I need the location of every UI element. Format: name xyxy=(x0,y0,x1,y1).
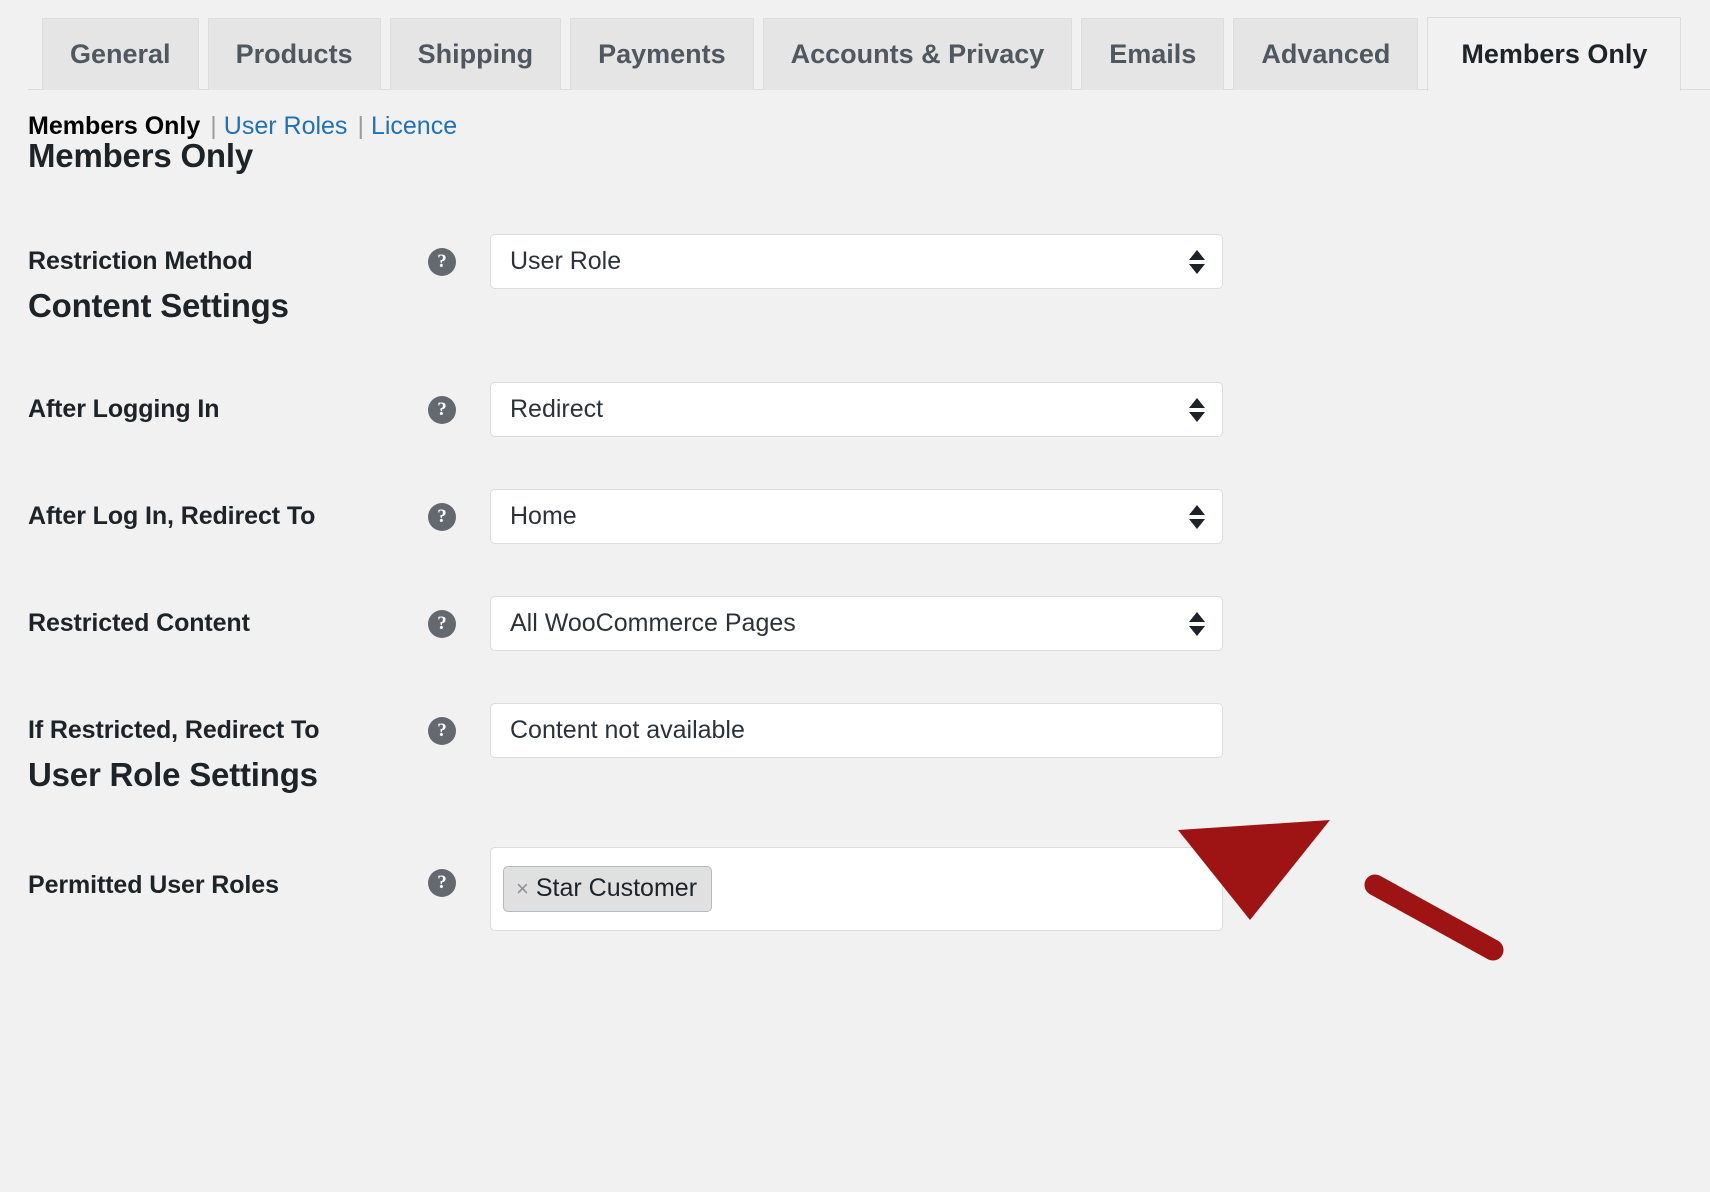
row-permitted-user-roles: Permitted User Roles ? × Star Customer xyxy=(28,847,1710,931)
chevron-updown-icon xyxy=(1189,397,1205,422)
subnav-current-members-only: Members Only xyxy=(28,112,201,140)
help-icon-after-logging-in[interactable]: ? xyxy=(428,395,456,424)
tab-shipping[interactable]: Shipping xyxy=(389,18,562,90)
multiselect-permitted-user-roles[interactable]: × Star Customer xyxy=(490,847,1223,931)
label-permitted-user-roles: Permitted User Roles xyxy=(28,871,279,899)
subnav-link-user-roles[interactable]: User Roles xyxy=(224,112,348,140)
select-restricted-content[interactable]: All WooCommerce Pages xyxy=(490,596,1223,651)
settings-tab-strip: General Products Shipping Payments Accou… xyxy=(0,0,1710,91)
label-after-log-in-redirect-to: After Log In, Redirect To xyxy=(28,502,316,530)
row-restricted-content: Restricted Content ? All WooCommerce Pag… xyxy=(28,596,1710,651)
token-star-customer[interactable]: × Star Customer xyxy=(503,866,713,912)
heading-content-settings: Content Settings xyxy=(28,287,289,324)
chevron-updown-icon xyxy=(1189,504,1205,529)
heading-user-role-settings: User Role Settings xyxy=(28,756,318,793)
row-restriction-method: Restriction Method ? User Role xyxy=(28,234,1710,289)
settings-content: Members Only Restriction Method ? User R… xyxy=(0,139,1710,931)
tab-accounts-privacy[interactable]: Accounts & Privacy xyxy=(762,18,1073,90)
label-if-restricted-redirect-to: If Restricted, Redirect To xyxy=(28,716,320,744)
select-restriction-method[interactable]: User Role xyxy=(490,234,1223,289)
select-after-logging-in[interactable]: Redirect xyxy=(490,382,1223,437)
close-icon[interactable]: × xyxy=(516,877,529,900)
label-restricted-content: Restricted Content xyxy=(28,609,250,637)
tab-advanced[interactable]: Advanced xyxy=(1233,18,1419,90)
tab-emails[interactable]: Emails xyxy=(1081,18,1225,90)
heading-members-only: Members Only xyxy=(28,137,254,174)
help-icon-restriction-method[interactable]: ? xyxy=(428,247,456,276)
select-after-log-in-redirect-to[interactable]: Home xyxy=(490,489,1223,544)
row-after-logging-in: After Logging In ? Redirect xyxy=(28,382,1710,437)
subnav-separator-1: | xyxy=(210,112,217,140)
subnav-separator-2: | xyxy=(357,112,364,140)
tab-general[interactable]: General xyxy=(42,18,199,90)
select-after-log-in-redirect-to-value: Home xyxy=(510,502,577,530)
select-restriction-method-value: User Role xyxy=(510,247,622,275)
help-icon-after-log-in-redirect-to[interactable]: ? xyxy=(428,502,456,531)
help-icon-restricted-content[interactable]: ? xyxy=(428,609,456,638)
tab-members-only[interactable]: Members Only xyxy=(1427,17,1682,91)
row-after-log-in-redirect-to: After Log In, Redirect To ? Home xyxy=(28,489,1710,544)
label-after-logging-in: After Logging In xyxy=(28,395,220,423)
token-label: Star Customer xyxy=(535,874,698,902)
select-if-restricted-redirect-to[interactable]: Content not available xyxy=(490,703,1223,758)
subnav-link-licence[interactable]: Licence xyxy=(371,112,457,140)
help-icon-permitted-user-roles[interactable]: ? xyxy=(428,869,456,897)
select-restricted-content-value: All WooCommerce Pages xyxy=(510,609,796,637)
row-if-restricted-redirect-to: If Restricted, Redirect To ? Content not… xyxy=(28,703,1710,758)
select-after-logging-in-value: Redirect xyxy=(510,395,604,423)
chevron-updown-icon xyxy=(1189,611,1205,636)
select-if-restricted-redirect-to-value: Content not available xyxy=(510,716,745,744)
chevron-updown-icon xyxy=(1189,249,1205,274)
tab-products[interactable]: Products xyxy=(207,18,381,90)
subnav: Members Only | User Roles | Licence xyxy=(0,90,1710,139)
help-icon-if-restricted-redirect-to[interactable]: ? xyxy=(428,716,456,745)
label-restriction-method: Restriction Method xyxy=(28,247,253,275)
tab-payments[interactable]: Payments xyxy=(570,18,754,90)
